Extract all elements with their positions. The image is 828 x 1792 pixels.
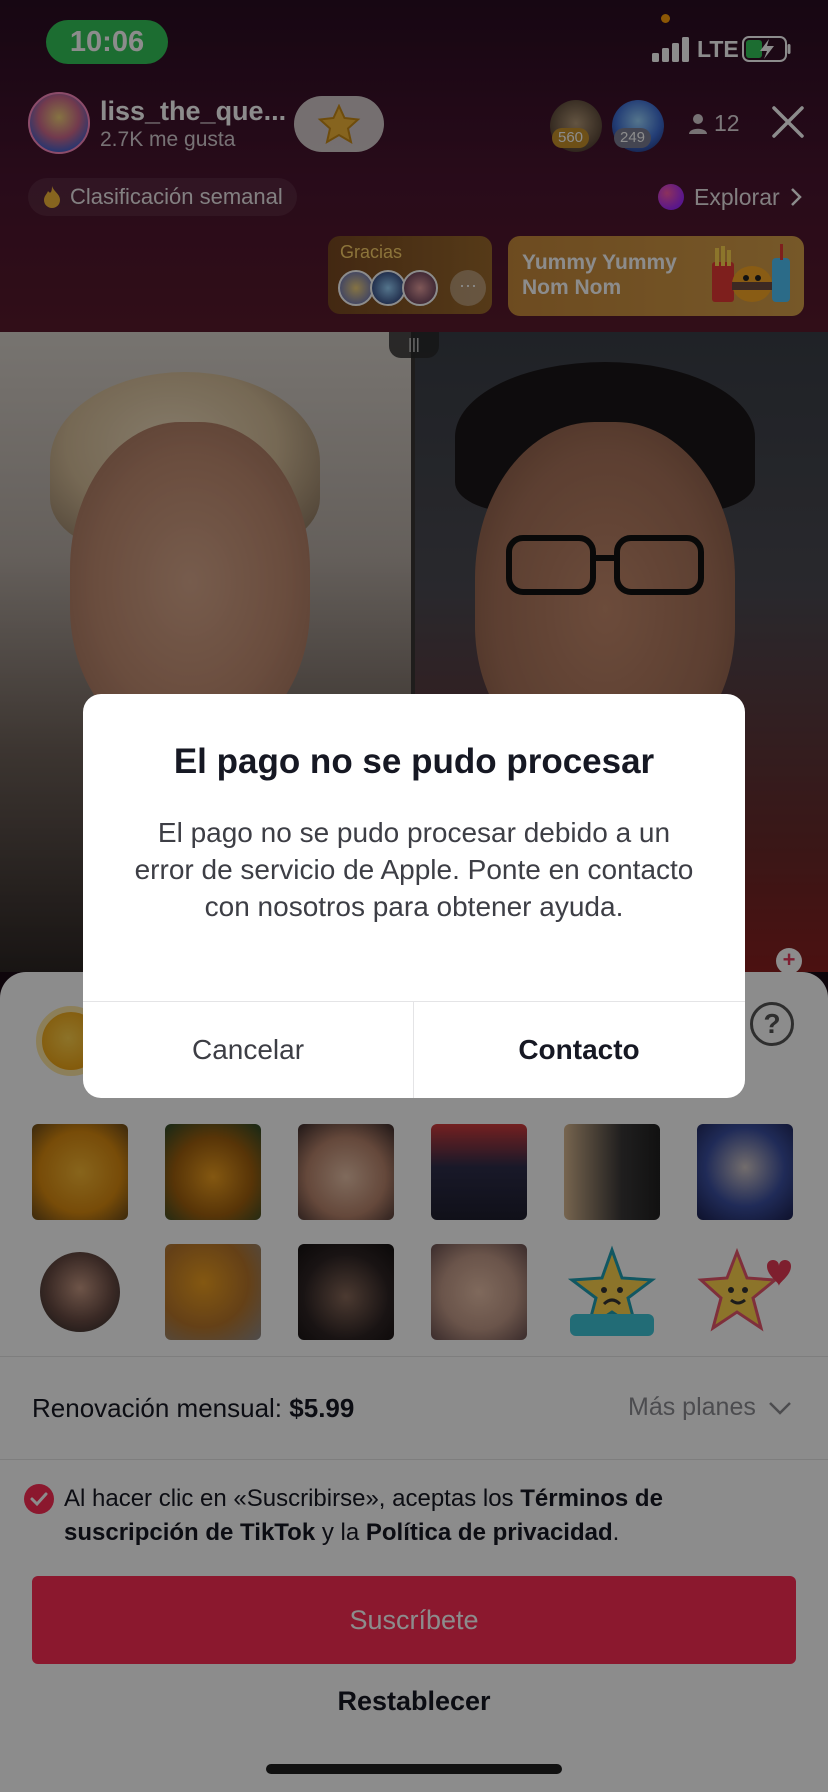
screen: 10:06 LTE liss_the_que... 2.7K me gusta … xyxy=(0,0,828,1792)
home-indicator[interactable] xyxy=(266,1764,562,1774)
contact-button[interactable]: Contacto xyxy=(414,1001,744,1098)
cancel-button[interactable]: Cancelar xyxy=(83,1001,413,1098)
payment-error-alert: El pago no se pudo procesar El pago no s… xyxy=(83,694,745,1098)
alert-title: El pago no se pudo procesar xyxy=(173,742,655,781)
alert-message: El pago no se pudo procesar debido a un … xyxy=(134,817,694,922)
